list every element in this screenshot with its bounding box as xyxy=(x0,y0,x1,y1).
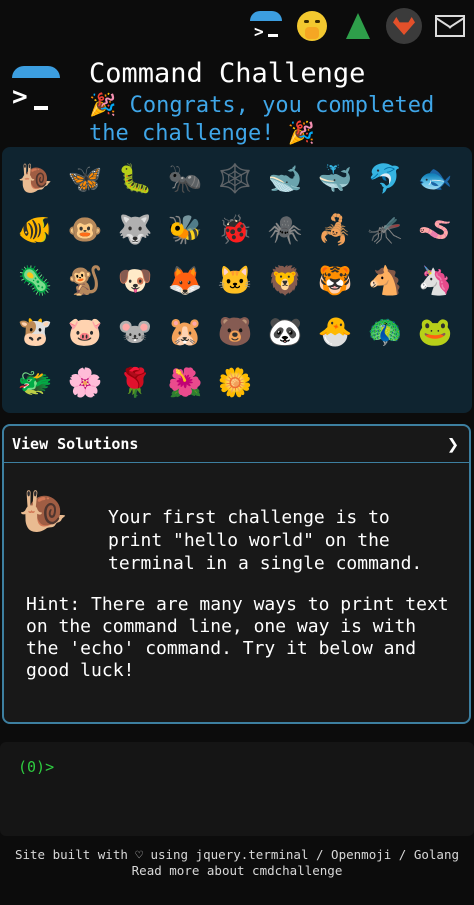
animal-emoji-icon: 🌸 xyxy=(67,366,103,399)
footer-read-more-link[interactable]: Read more about cmdchallenge xyxy=(0,863,474,879)
animal-emoji-icon: 🐺 xyxy=(117,213,153,246)
animal-emoji-icon: 🐵 xyxy=(67,213,103,246)
animal-emoji-icon: 🐶 xyxy=(117,264,153,297)
top-icon-bar: > xyxy=(248,4,468,48)
view-solutions-toggle[interactable]: View Solutions ❯ xyxy=(4,426,469,463)
animal-emoji-icon: 🦋 xyxy=(67,162,103,195)
animal-emoji-icon: 🐛 xyxy=(117,162,153,195)
animal-emoji-icon: 🌼 xyxy=(217,366,253,399)
evergreen-tree-icon[interactable] xyxy=(340,8,376,44)
footer-credits: Site built with ♡ using jquery.terminal … xyxy=(14,847,459,862)
animal-emoji-icon: 🐯 xyxy=(317,264,353,297)
animal-emoji-icon: 🪱 xyxy=(417,213,453,246)
animal-emoji-icon: 🦟 xyxy=(367,213,403,246)
terminal-logo-icon[interactable]: > xyxy=(248,8,284,44)
animal-emoji-icon: 🦁 xyxy=(267,264,303,297)
view-solutions-label: View Solutions xyxy=(12,435,139,453)
animal-emoji-icon: 🦄 xyxy=(417,264,453,297)
animal-emoji-icon: 🐮 xyxy=(17,315,53,348)
animal-emoji-icon: 🐭 xyxy=(117,315,153,348)
animal-emoji-icon: 🦊 xyxy=(167,264,203,297)
gitlab-icon[interactable] xyxy=(386,8,422,44)
animal-emoji-icon: 🐒 xyxy=(67,264,103,297)
animal-emoji-icon: 🐴 xyxy=(367,264,403,297)
animal-emoji-icon: 🐬 xyxy=(367,162,403,195)
animal-emoji-icon: 🐼 xyxy=(267,315,303,348)
animal-emoji-icon: 🐣 xyxy=(317,315,353,348)
footer: Site built with ♡ using jquery.terminal … xyxy=(0,847,474,879)
animal-emoji-icon: 🐟 xyxy=(417,162,453,195)
envelope-icon[interactable] xyxy=(432,8,468,44)
challenge-description: Your first challenge is to print "hello … xyxy=(108,507,423,574)
terminal-input-area[interactable]: (0)> xyxy=(0,742,474,836)
animal-emoji-icon: 🐳 xyxy=(317,162,353,195)
animal-emoji-icon: 🐞 xyxy=(217,213,253,246)
terminal-prompt: (0)> xyxy=(18,758,55,776)
congrats-message: 🎉 Congrats, you completed the challenge!… xyxy=(89,93,435,146)
animal-emoji-icon: 🕷️ xyxy=(267,213,303,246)
solutions-panel: View Solutions ❯ 🐌 Your first challenge … xyxy=(2,424,471,724)
animal-emoji-icon: 🦂 xyxy=(317,213,353,246)
animal-emoji-icon: 🐠 xyxy=(17,213,53,246)
animal-emoji-icon: 🌹 xyxy=(117,366,153,399)
animal-emoji-icon: 🐝 xyxy=(167,213,203,246)
animal-emoji-icon: 🐋 xyxy=(267,162,303,195)
animal-emoji-icon: 🐜 xyxy=(167,162,203,195)
emoji-collection-panel: 🐌 🦋 🐛 🐜 🕸️ 🐋 🐳 🐬 🐟 🐠 🐵 🐺 🐝 🐞 🕷️ 🦂 🦟 🪱 🦠 🐒 🐶 🦊 🐱 🦁 🐯 🐴 🦄 🐮 🐷 🐭 🐹 🐻 🐼 🐣 🦚 🐸 🐲 🌸… xyxy=(2,147,472,413)
animal-emoji-icon: 🐱 xyxy=(217,264,253,297)
page-title: Command Challenge xyxy=(89,58,366,89)
animal-emoji-icon: 🐻 xyxy=(217,315,253,348)
animal-emoji-icon: 🐌 xyxy=(17,162,53,195)
animal-emoji-icon: 🕸️ xyxy=(217,162,253,195)
terminal-logo-icon: > xyxy=(10,66,64,120)
chevron-right-icon[interactable]: ❯ xyxy=(447,432,459,456)
animal-emoji-icon: 🌺 xyxy=(167,366,203,399)
animal-emoji-icon: 🐲 xyxy=(17,366,53,399)
animal-emoji-icon: 🐹 xyxy=(167,315,203,348)
animal-emoji-icon: 🦠 xyxy=(17,264,53,297)
animal-emoji-icon: 🐷 xyxy=(67,315,103,348)
animal-emoji-icon: 🐸 xyxy=(417,315,453,348)
challenge-hint: Hint: There are many ways to print text … xyxy=(26,594,449,681)
shushing-face-icon[interactable] xyxy=(294,8,330,44)
snail-icon: 🐌 xyxy=(18,489,68,535)
animal-emoji-icon: 🦚 xyxy=(367,315,403,348)
